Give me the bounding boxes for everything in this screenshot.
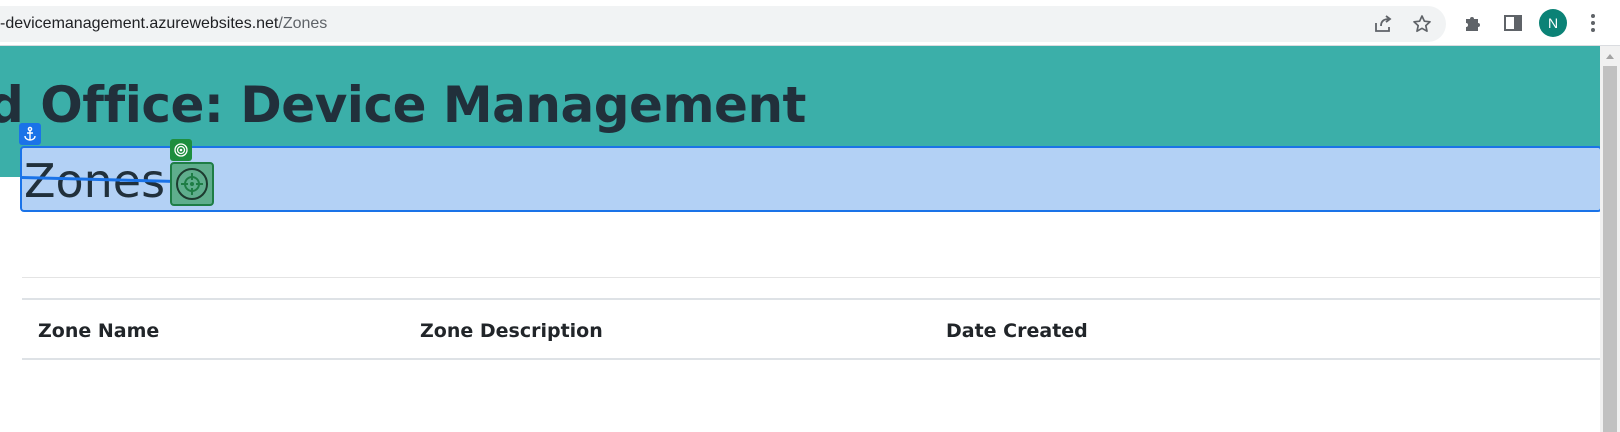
page-content: d Office: Device Management Zone Name Zo… [0, 46, 1600, 432]
scrollbar-thumb[interactable] [1603, 66, 1617, 432]
crosshair-target-icon[interactable] [170, 162, 214, 206]
url-host: -devicemanagement.azurewebsites.net [0, 15, 279, 32]
profile-avatar[interactable]: N [1539, 9, 1567, 37]
app-title: d Office: Device Management [0, 76, 806, 134]
column-header-date-created[interactable]: Date Created [946, 320, 1088, 342]
zones-heading-highlight: Zones [20, 146, 1602, 212]
anchor-icon[interactable] [19, 123, 41, 145]
address-bar[interactable]: -devicemanagement.azurewebsites.net/Zone… [0, 6, 1446, 42]
zones-table: Zone Name Zone Description Date Created [22, 298, 1600, 360]
side-panel-icon[interactable] [1501, 11, 1525, 35]
column-header-zone-description[interactable]: Zone Description [420, 320, 603, 342]
target-rings-icon[interactable] [170, 139, 192, 161]
url-text[interactable]: -devicemanagement.azurewebsites.net/Zone… [0, 6, 327, 42]
vertical-scrollbar[interactable] [1600, 46, 1620, 432]
share-icon[interactable] [1372, 13, 1394, 35]
table-header-row: Zone Name Zone Description Date Created [22, 298, 1600, 360]
browser-toolbar: -devicemanagement.azurewebsites.net/Zone… [0, 0, 1620, 46]
divider [22, 277, 1600, 278]
star-icon[interactable] [1411, 13, 1433, 35]
kebab-menu-icon[interactable] [1581, 11, 1605, 35]
column-header-zone-name[interactable]: Zone Name [38, 320, 159, 342]
url-path: /Zones [278, 15, 328, 32]
puzzle-icon[interactable] [1461, 11, 1485, 35]
scroll-up-arrow-icon[interactable] [1600, 46, 1620, 66]
